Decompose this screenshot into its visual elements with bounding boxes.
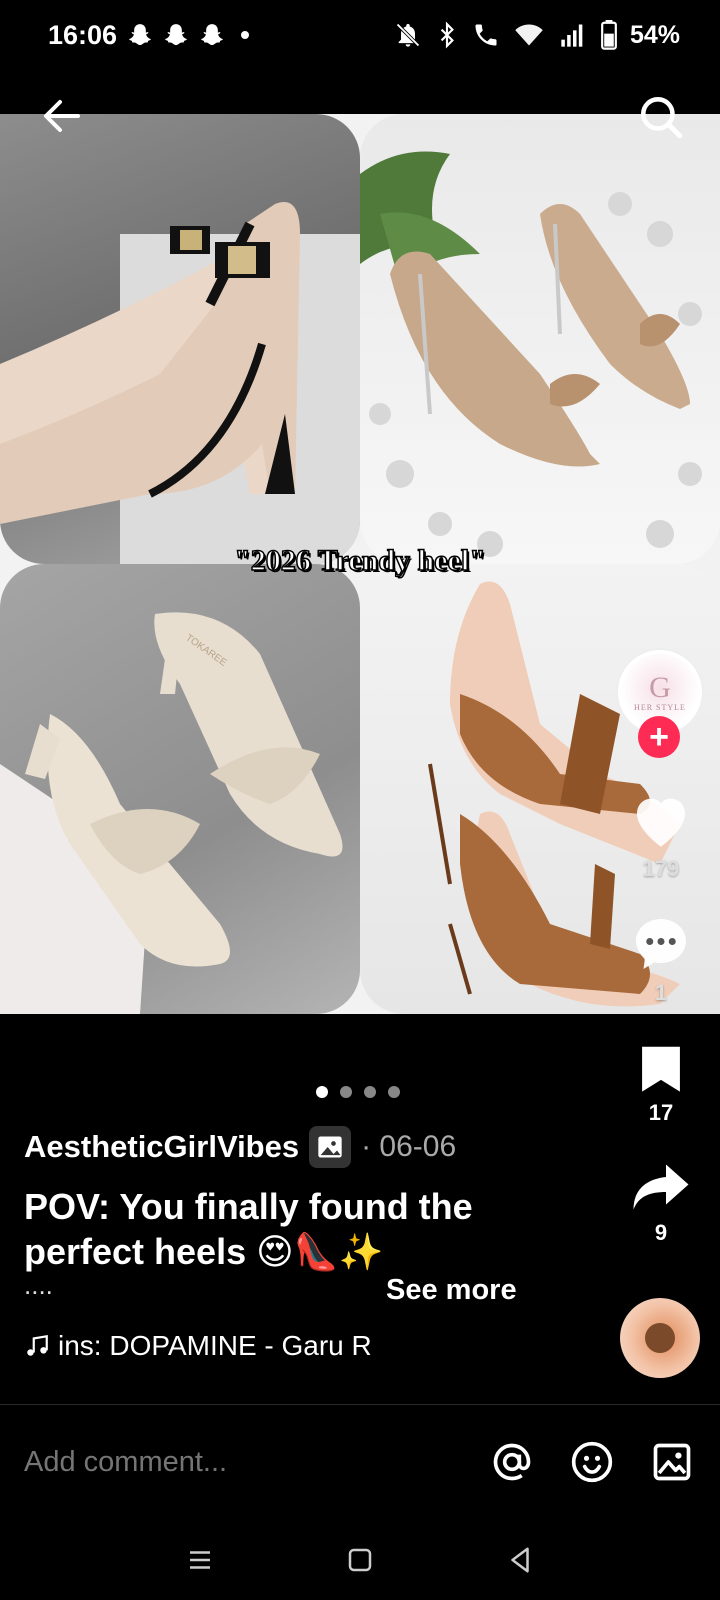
recents-button[interactable] — [182, 1542, 218, 1578]
wifi-calling-icon — [475, 24, 497, 46]
bookmark-icon — [642, 1046, 680, 1092]
comment-icon — [636, 919, 686, 969]
music-disc-center — [645, 1323, 675, 1353]
post-date: · 06-06 — [361, 1130, 457, 1163]
signal-icon — [561, 24, 583, 47]
back-icon — [511, 1547, 529, 1573]
status-bar: 16:06 54% — [0, 0, 720, 70]
dot-icon — [241, 31, 250, 39]
follow-button[interactable]: + — [638, 716, 680, 758]
post-caption: POV: You finally found the perfect heels… — [24, 1186, 473, 1272]
collage-image-black-bow-pumps — [0, 114, 360, 564]
home-icon — [348, 1548, 372, 1572]
share-button[interactable]: 9 — [616, 1160, 706, 1246]
music-info[interactable]: ins: DOPAMINE - Garu R — [24, 1330, 386, 1362]
image-icon — [653, 1443, 691, 1481]
collage-caption: "2026 Trendy heel" — [233, 543, 486, 578]
avatar-logo-text: HER STYLE — [634, 702, 686, 712]
back-arrow-icon — [44, 100, 80, 132]
mention-icon — [493, 1443, 531, 1481]
search-icon — [641, 97, 683, 139]
divider — [0, 1404, 720, 1405]
back-button[interactable] — [38, 92, 86, 140]
recents-icon — [190, 1551, 210, 1569]
music-note-icon — [27, 1334, 48, 1356]
plus-icon: + — [649, 718, 669, 756]
comment-bar — [0, 1406, 720, 1518]
heart-icon — [637, 798, 685, 847]
bookmark-count: 17 — [648, 1100, 674, 1125]
system-nav-bar — [0, 1520, 720, 1600]
pagination-dot — [340, 1086, 352, 1098]
bluetooth-icon — [440, 21, 454, 49]
image-pagination — [316, 1086, 400, 1098]
status-time: 16:06 — [48, 19, 118, 50]
like-count: 179 — [642, 856, 680, 881]
comment-button[interactable]: 1 — [616, 914, 706, 1006]
snapchat-ghost-icon — [129, 24, 151, 45]
music-disc[interactable] — [620, 1298, 700, 1378]
emoji-icon — [571, 1441, 613, 1483]
pagination-dot — [316, 1086, 328, 1098]
mention-button[interactable] — [488, 1438, 536, 1486]
system-back-button[interactable] — [502, 1542, 538, 1578]
comment-count: 1 — [654, 980, 668, 1005]
like-button[interactable]: 179 — [616, 790, 706, 882]
collage-image-cream-mules: TOKAREE — [0, 564, 360, 1014]
music-title: ins: DOPAMINE - Garu R — [58, 1330, 372, 1361]
comment-input[interactable] — [24, 1445, 456, 1479]
photo-post-badge — [309, 1126, 352, 1168]
photo-icon — [318, 1136, 342, 1158]
snapchat-ghost-icon — [201, 24, 223, 45]
emoji-button[interactable] — [568, 1438, 616, 1486]
caption-ellipsis: .... — [24, 1270, 53, 1300]
mute-icon — [396, 23, 420, 47]
battery-percent: 54% — [629, 20, 680, 49]
pagination-dot — [388, 1086, 400, 1098]
image-button[interactable] — [648, 1438, 696, 1486]
author-row: AestheticGirlVibes · 06-06 — [24, 1126, 456, 1168]
share-arrow-icon — [633, 1164, 689, 1210]
home-button[interactable] — [342, 1542, 378, 1578]
search-button[interactable] — [636, 92, 686, 142]
post-image-collage[interactable]: TOKAREE "2026 Trendy heel" — [0, 114, 720, 1014]
bookmark-button[interactable]: 17 — [616, 1042, 706, 1126]
pagination-dot — [364, 1086, 376, 1098]
author-name[interactable]: AestheticGirlVibes — [24, 1129, 299, 1165]
avatar-logo-letter: G — [649, 670, 671, 704]
battery-icon — [601, 20, 617, 50]
snapchat-ghost-icon — [165, 24, 187, 45]
collage-image-nude-bow-heels — [360, 114, 720, 564]
see-more-link[interactable]: See more — [386, 1274, 517, 1307]
wifi-icon — [515, 24, 543, 46]
share-count: 9 — [654, 1220, 668, 1245]
